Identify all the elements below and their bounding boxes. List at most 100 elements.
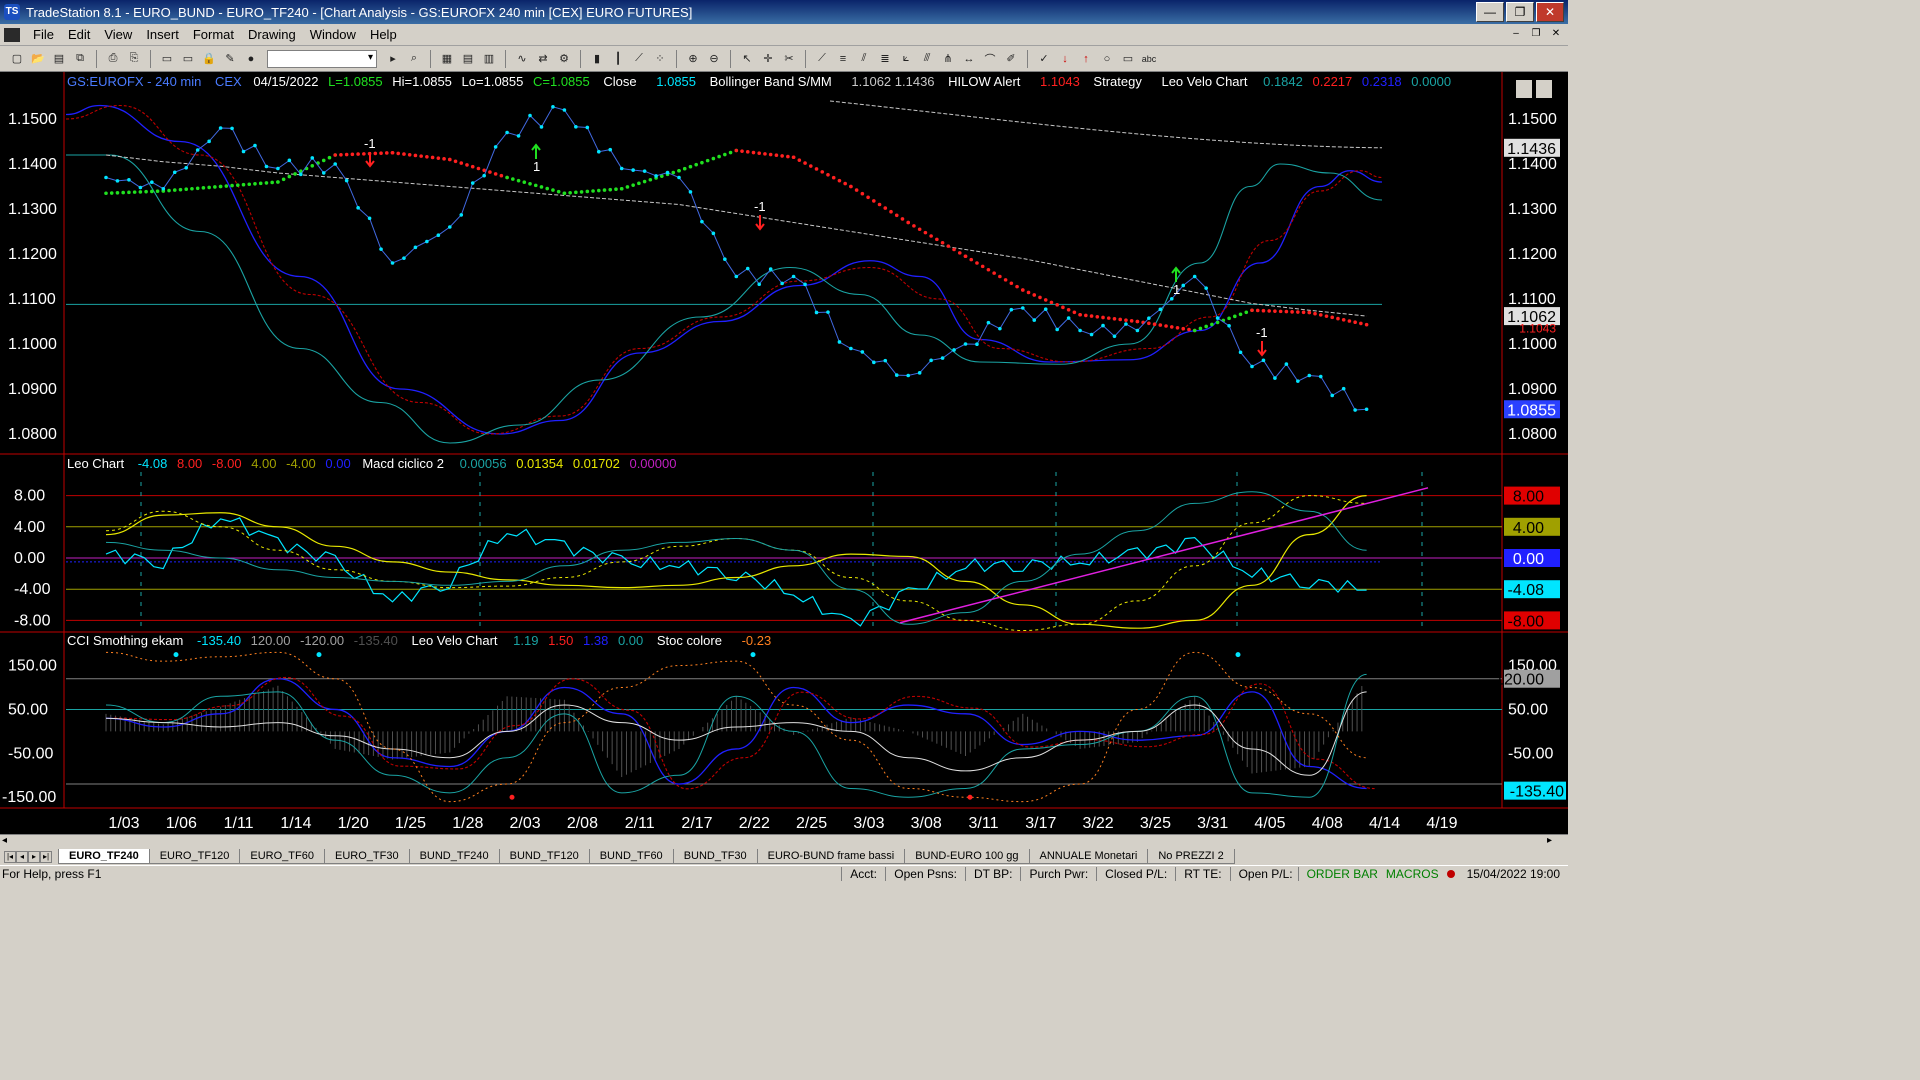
draw-icon[interactable]: ✎ [221, 50, 239, 68]
ellipse-icon[interactable]: ○ [1098, 50, 1116, 68]
table-icon[interactable]: ▤ [459, 50, 477, 68]
channel-icon[interactable]: ⫽ [855, 50, 873, 68]
tab-bund-tf120[interactable]: BUND_TF120 [498, 849, 590, 864]
print-preview-icon[interactable]: ⎘ [125, 50, 143, 68]
tab-last-icon[interactable]: ▸| [40, 850, 52, 863]
search-icon[interactable]: ⌕ [405, 50, 423, 68]
tab-euro-tf30[interactable]: EURO_TF30 [323, 849, 410, 864]
hilow-alert-dot [1021, 288, 1025, 292]
cci-axis-label-right: 50.00 [1508, 701, 1548, 718]
crosshair-icon[interactable]: ✛ [759, 50, 777, 68]
tab-annuale-monetari[interactable]: ANNUALE Monetari [1028, 849, 1149, 864]
gann-icon[interactable]: ⟀ [897, 50, 915, 68]
window-icon[interactable]: ▭ [158, 50, 176, 68]
zoom-in-icon[interactable]: ⊕ [684, 50, 702, 68]
chart-analysis-window[interactable]: GS:EUROFX - 240 min CEX 04/15/2022 L=1.0… [0, 72, 1568, 834]
up-arrow-icon[interactable]: ↑ [1077, 50, 1095, 68]
trendline-icon[interactable]: ⟋ [813, 50, 831, 68]
menu-edit[interactable]: Edit [61, 25, 97, 44]
symbol-combo[interactable] [267, 49, 377, 68]
down-arrow-icon[interactable]: ↓ [1056, 50, 1074, 68]
candle-icon[interactable]: ┃ [609, 50, 627, 68]
zoom-out-icon[interactable]: ⊖ [705, 50, 723, 68]
menu-drawing[interactable]: Drawing [241, 25, 303, 44]
menu-view[interactable]: View [97, 25, 139, 44]
tab-bund-tf30[interactable]: BUND_TF30 [672, 849, 758, 864]
horizontal-scrollbar[interactable]: ◂ ▸ [0, 834, 1568, 848]
price-axis-label-right: 1.1200 [1508, 246, 1557, 263]
ruler-icon[interactable]: ↔ [960, 50, 978, 68]
tab-euro-tf120[interactable]: EURO_TF120 [148, 849, 241, 864]
pointer-icon[interactable]: ↖ [738, 50, 756, 68]
close-button[interactable]: ✕ [1536, 2, 1564, 22]
chart-window-icon[interactable] [4, 27, 20, 42]
hilow-alert-dot [1313, 311, 1317, 316]
color-icon[interactable]: ● [242, 50, 260, 68]
copy-icon[interactable]: ⧉ [71, 50, 89, 68]
cascade-icon[interactable]: ▭ [179, 50, 197, 68]
hilow-alert-dot [1089, 314, 1094, 318]
scroll-right-icon[interactable]: ▸ [1547, 835, 1552, 846]
tab-no-prezzi-2[interactable]: No PREZZI 2 [1147, 849, 1235, 864]
strategy-icon[interactable]: ⇄ [534, 50, 552, 68]
indicator-icon[interactable]: ∿ [513, 50, 531, 68]
mdi-close-button[interactable]: ✕ [1548, 27, 1564, 41]
tab-euro-tf60[interactable]: EURO_TF60 [239, 849, 325, 864]
menu-window[interactable]: Window [303, 25, 363, 44]
grid-icon[interactable]: ▥ [480, 50, 498, 68]
format-icon[interactable]: ⚙ [555, 50, 573, 68]
header-exchange: CEX [215, 74, 242, 89]
tab-euro-bund-frame-bassi[interactable]: EURO-BUND frame bassi [756, 849, 906, 864]
hilow-alert-dot [803, 161, 807, 165]
arrow-right-icon[interactable]: ▸ [384, 50, 402, 68]
tab-next-icon[interactable]: ▸ [28, 850, 40, 863]
bar-chart-icon[interactable]: ▮ [588, 50, 606, 68]
menu-format[interactable]: Format [186, 25, 241, 44]
point-icon[interactable]: ⁘ [651, 50, 669, 68]
restore-button[interactable]: ❐ [1506, 2, 1534, 22]
chart-icon[interactable]: ▦ [438, 50, 456, 68]
status-macros[interactable]: MACROS [1386, 867, 1447, 881]
price-point [1078, 328, 1082, 333]
tab-bund-tf60[interactable]: BUND_TF60 [588, 849, 674, 864]
minimize-button[interactable]: — [1476, 2, 1504, 22]
open-icon[interactable]: 📂 [29, 50, 47, 68]
tools-icon[interactable]: ✂ [780, 50, 798, 68]
price-axis-label-right: 1.1000 [1508, 336, 1557, 353]
pencil-icon[interactable]: ✐ [1002, 50, 1020, 68]
chart-canvas[interactable]: GS:EUROFX - 240 min CEX 04/15/2022 L=1.0… [0, 72, 1568, 834]
hline-icon[interactable]: ≡ [834, 50, 852, 68]
status-order-bar[interactable]: ORDER BAR [1297, 867, 1386, 881]
menu-file[interactable]: File [26, 25, 61, 44]
mdi-minimize-button[interactable]: – [1508, 27, 1524, 41]
mdi-restore-button[interactable]: ❐ [1528, 27, 1544, 41]
rectangle-icon[interactable]: ▭ [1119, 50, 1137, 68]
scroll-left-icon[interactable]: ◂ [2, 835, 7, 846]
arc-icon[interactable]: ⌒ [981, 50, 999, 68]
price-point [677, 175, 681, 180]
new-icon[interactable]: ▢ [8, 50, 26, 68]
fib-icon[interactable]: ≣ [876, 50, 894, 68]
hilow-alert-dot [1290, 310, 1294, 314]
menu-help[interactable]: Help [363, 25, 404, 44]
menu-insert[interactable]: Insert [139, 25, 186, 44]
leo-tag-4: 4.00 [1513, 520, 1544, 537]
tab-prev-icon[interactable]: ◂ [16, 850, 28, 863]
tab-bund-euro-100gg[interactable]: BUND-EURO 100 gg [904, 849, 1030, 864]
tab-first-icon[interactable]: |◂ [4, 850, 16, 863]
hilow-alert-dot [190, 186, 194, 191]
hilow-alert-dot [178, 187, 183, 192]
save-icon[interactable]: ▤ [50, 50, 68, 68]
status-open-pl: Open P/L: [1229, 867, 1298, 881]
hilow-alert-dot [745, 150, 750, 154]
check-icon[interactable]: ✓ [1035, 50, 1053, 68]
tab-euro-tf240[interactable]: EURO_TF240 [58, 849, 150, 864]
x-axis-label: 3/03 [853, 815, 884, 832]
speed-icon[interactable]: ⫻ [918, 50, 936, 68]
line-chart-icon[interactable]: ⟋ [630, 50, 648, 68]
andrews-icon[interactable]: ⋔ [939, 50, 957, 68]
tab-bund-tf240[interactable]: BUND_TF240 [408, 849, 500, 864]
lock-icon[interactable]: 🔒 [200, 50, 218, 68]
print-icon[interactable]: ⎙ [104, 50, 122, 68]
text-icon[interactable]: abc [1140, 50, 1158, 68]
